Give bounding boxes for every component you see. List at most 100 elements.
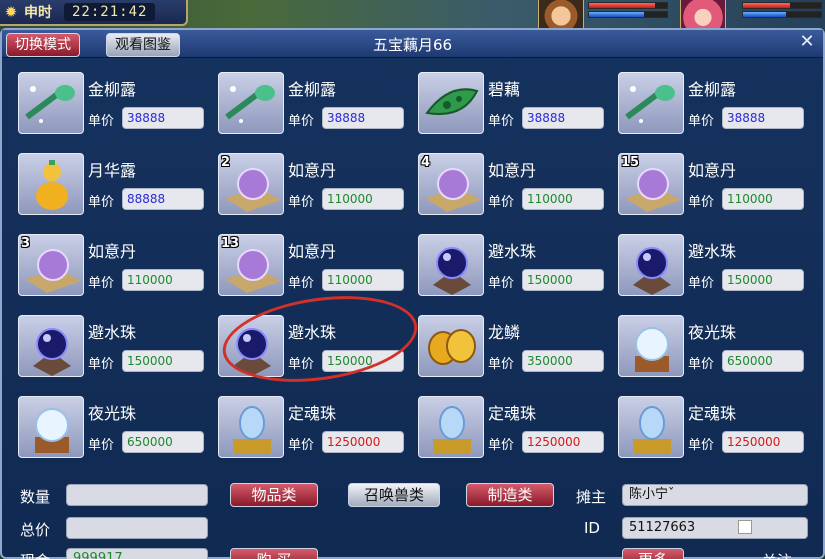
items-category-button[interactable]: 物品类: [230, 483, 318, 507]
price-label: 单价: [88, 114, 115, 129]
dragon-scale-icon: [419, 329, 483, 376]
view-catalog-button[interactable]: 观看图鉴: [106, 33, 180, 57]
item-name: 金柳露: [88, 80, 137, 99]
price-value: 1250000: [722, 431, 804, 453]
price-value: 1250000: [322, 431, 404, 453]
item-icon-box[interactable]: [418, 315, 484, 377]
stall-item[interactable]: 金柳露 单价 38888: [214, 70, 414, 151]
stall-item[interactable]: 避水珠 单价 150000: [614, 232, 814, 313]
item-name: 避水珠: [88, 323, 137, 342]
cash-field: 999917: [66, 548, 208, 559]
game-clock: ✹ 申时 22:21:42: [0, 0, 188, 26]
stall-item[interactable]: 15 如意丹 单价 110000: [614, 151, 814, 232]
clock-time: 22:21:42: [64, 3, 156, 21]
stall-item[interactable]: 避水珠 单价 150000: [414, 232, 614, 313]
item-name: 避水珠: [488, 242, 537, 261]
item-icon-box[interactable]: 15: [618, 153, 684, 215]
stall-item[interactable]: 避水珠 单价 150000: [214, 313, 414, 394]
item-icon-box[interactable]: [418, 72, 484, 134]
item-icon-box[interactable]: [18, 315, 84, 377]
stall-item[interactable]: 定魂珠 单价 1250000: [614, 394, 814, 475]
stall-item[interactable]: 3 如意丹 单价 110000: [14, 232, 214, 313]
price-label: 单价: [88, 195, 115, 210]
switch-mode-button[interactable]: 切换模式: [6, 33, 80, 57]
stall-item[interactable]: 避水珠 单价 150000: [14, 313, 214, 394]
price-label: 单价: [288, 114, 315, 129]
cash-label: 现金: [20, 550, 50, 559]
item-icon-box[interactable]: [418, 396, 484, 458]
buy-button[interactable]: 购 买: [230, 548, 318, 559]
item-icon-box[interactable]: [618, 72, 684, 134]
stall-item[interactable]: 碧藕 单价 38888: [414, 70, 614, 151]
item-icon-box[interactable]: [218, 396, 284, 458]
summon-category-button[interactable]: 召唤兽类: [348, 483, 440, 507]
item-grid: 金柳露 单价 38888 金柳露 单价 38888 碧藕 单价 38888 金柳露 单价 38888 月…: [14, 70, 814, 475]
price-label: 单价: [288, 357, 315, 372]
id-label: ID: [584, 519, 600, 537]
price-value: 150000: [522, 269, 604, 291]
qty-input[interactable]: [66, 484, 208, 506]
price-value: 1250000: [522, 431, 604, 453]
item-name: 如意丹: [688, 161, 737, 180]
player-avatar[interactable]: [538, 0, 584, 30]
stall-item[interactable]: 月华露单价 88888: [14, 151, 214, 232]
follow-label: 关注: [762, 550, 792, 559]
item-icon-box[interactable]: [218, 315, 284, 377]
stall-item[interactable]: 定魂珠 单价 1250000: [414, 394, 614, 475]
stall-item[interactable]: 夜光珠 单价 650000: [614, 313, 814, 394]
id-field: 51127663: [622, 517, 808, 539]
stall-window: 五宝藕月66 ✕ 切换模式 观看图鉴 金柳露 单价 38888 金柳露 单价 38888 碧…: [0, 28, 825, 559]
soul-egg-icon: [419, 406, 483, 457]
follow-checkbox[interactable]: [738, 520, 752, 534]
stall-item[interactable]: 龙鳞 单价 350000: [414, 313, 614, 394]
item-icon-box[interactable]: [218, 72, 284, 134]
stall-item[interactable]: 金柳露 单价 38888: [14, 70, 214, 151]
item-icon-box[interactable]: 2: [218, 153, 284, 215]
dark-orb-icon: [19, 328, 83, 376]
item-name: 月华露: [88, 161, 137, 180]
total-price-field: [66, 517, 208, 539]
item-icon-box[interactable]: 3: [18, 234, 84, 296]
stall-item[interactable]: 金柳露 单价 38888: [614, 70, 814, 151]
jade-bottle-icon: [619, 85, 683, 133]
item-icon-box[interactable]: [18, 153, 84, 215]
craft-category-button[interactable]: 制造类: [466, 483, 554, 507]
price-value: 150000: [322, 350, 404, 372]
stall-item[interactable]: 定魂珠 单价 1250000: [214, 394, 414, 475]
price-value: 88888: [122, 188, 204, 210]
title-bar[interactable]: 五宝藕月66 ✕ 切换模式 观看图鉴: [2, 30, 823, 58]
price-value: 110000: [322, 269, 404, 291]
item-icon-box[interactable]: 4: [418, 153, 484, 215]
pet-avatar[interactable]: [680, 0, 726, 30]
owner-label: 摊主: [576, 488, 607, 506]
pill-icon: [219, 249, 283, 295]
price-value: 110000: [522, 188, 604, 210]
item-icon-box[interactable]: 13: [218, 234, 284, 296]
item-icon-box[interactable]: [618, 234, 684, 296]
stall-item[interactable]: 夜光珠 单价 650000: [14, 394, 214, 475]
gourd-icon: [19, 160, 83, 214]
item-name: 碧藕: [488, 80, 521, 99]
pet-mp-bar: [742, 11, 822, 18]
close-icon[interactable]: ✕: [797, 32, 817, 52]
more-button[interactable]: 更多: [622, 548, 684, 559]
pill-icon: [19, 249, 83, 295]
price-label: 单价: [88, 438, 115, 453]
stack-count: 4: [421, 155, 431, 170]
price-label: 单价: [488, 357, 515, 372]
stall-item[interactable]: 4 如意丹 单价 110000: [414, 151, 614, 232]
stall-item[interactable]: 13 如意丹 单价 110000: [214, 232, 414, 313]
item-icon-box[interactable]: [18, 396, 84, 458]
stack-count: 3: [21, 236, 31, 251]
item-icon-box[interactable]: [618, 315, 684, 377]
pet-mp-fill: [743, 12, 786, 17]
owner-field: 陈小宁ˇ: [622, 484, 808, 506]
price-value: 350000: [522, 350, 604, 372]
item-icon-box[interactable]: [18, 72, 84, 134]
lotus-root-icon: [419, 88, 483, 133]
stall-item[interactable]: 2 如意丹 单价 110000: [214, 151, 414, 232]
qty-label: 数量: [20, 488, 51, 506]
item-name: 如意丹: [488, 161, 537, 180]
item-icon-box[interactable]: [418, 234, 484, 296]
item-icon-box[interactable]: [618, 396, 684, 458]
